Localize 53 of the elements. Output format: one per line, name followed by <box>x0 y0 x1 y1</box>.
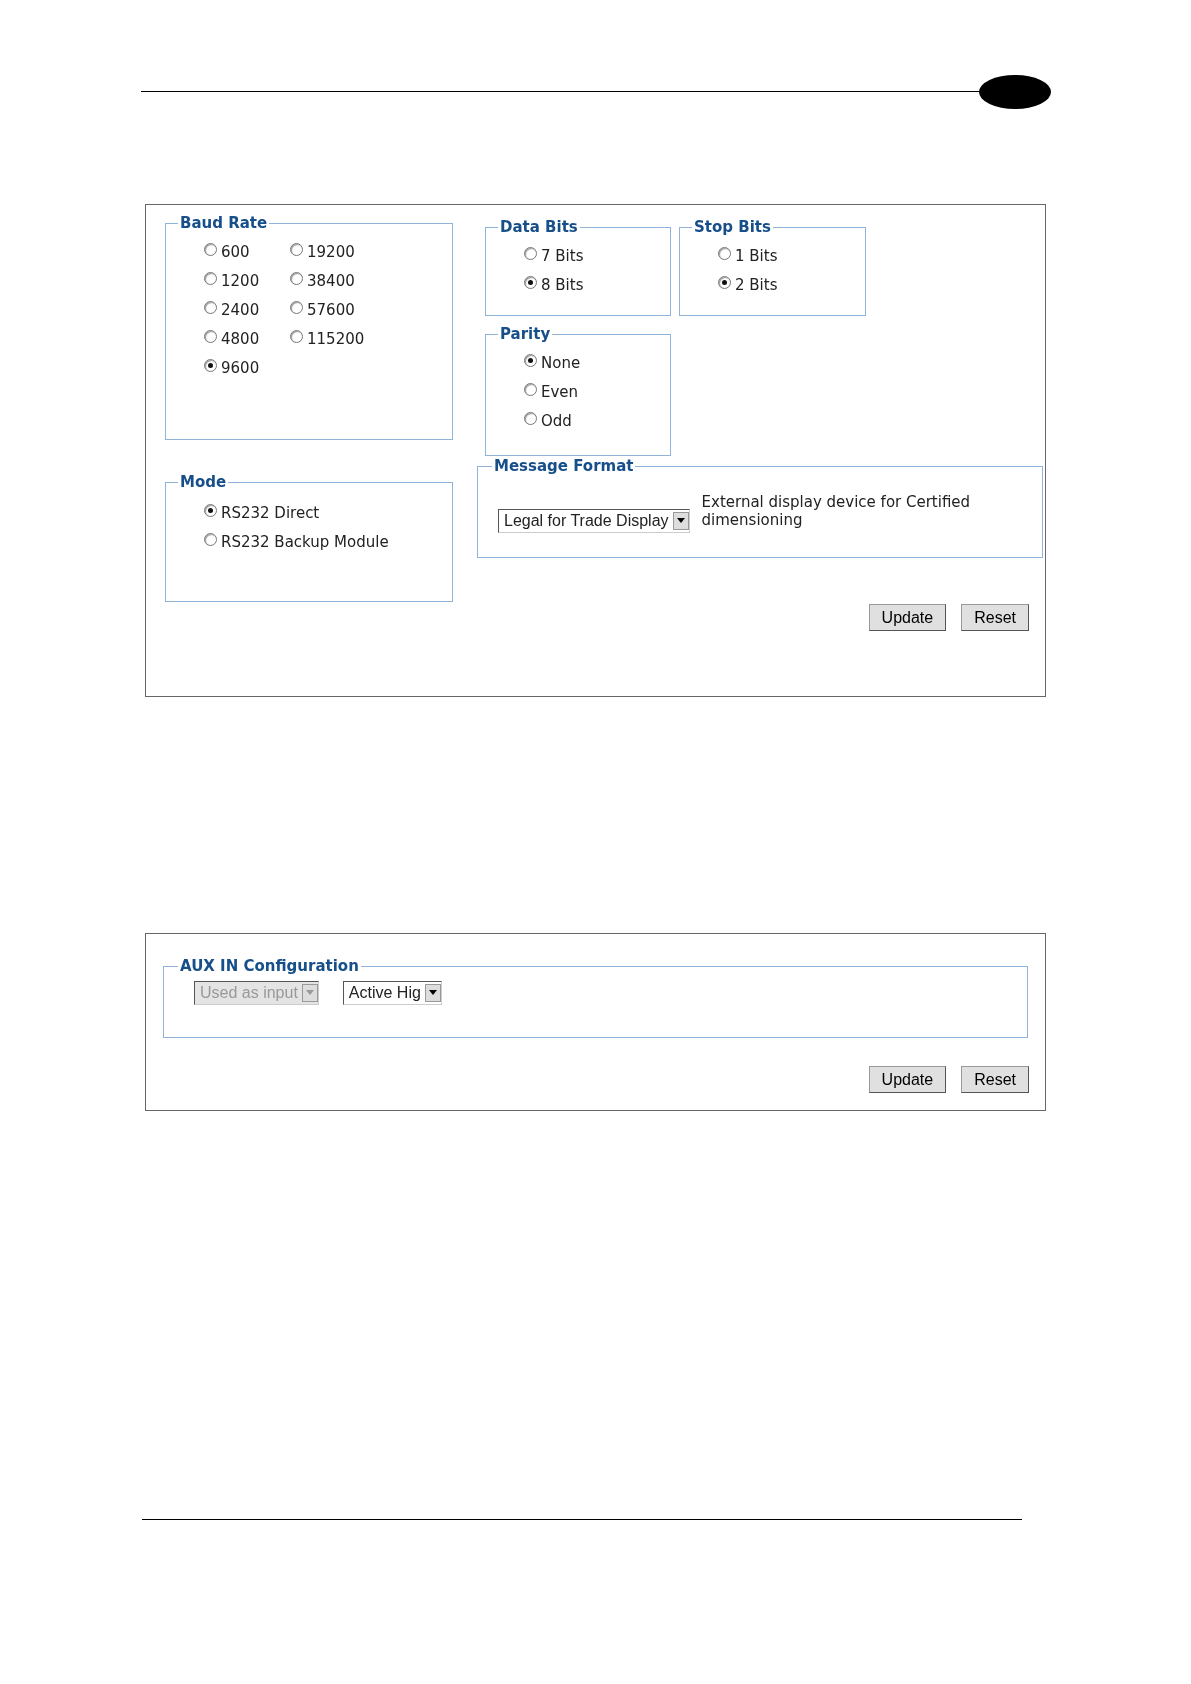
radio-button[interactable] <box>718 275 731 289</box>
radio-label[interactable]: 115200 <box>307 327 365 351</box>
dropdown-select[interactable]: Active Hig <box>342 980 442 1005</box>
group-title: Mode <box>179 474 228 491</box>
radio-button[interactable] <box>290 271 303 285</box>
reset-button[interactable]: Reset <box>961 1066 1029 1093</box>
radio-button[interactable] <box>204 300 217 314</box>
radio-button[interactable] <box>524 353 537 367</box>
radio-label[interactable]: Even <box>541 380 579 404</box>
group-title: Stop Bits <box>693 219 772 236</box>
dropdown-arrow-icon <box>428 990 437 995</box>
radio-button[interactable] <box>290 300 303 314</box>
radio-label[interactable]: 600 <box>221 240 250 264</box>
radio-label[interactable]: Odd <box>541 409 572 433</box>
group-title: Message Format <box>493 458 635 475</box>
radio-label[interactable]: 2400 <box>221 298 260 322</box>
radio-button[interactable] <box>524 246 537 260</box>
radio-button[interactable] <box>204 358 217 372</box>
radio-label[interactable]: 4800 <box>221 327 260 351</box>
update-button[interactable]: Update <box>868 604 947 631</box>
radio-button[interactable] <box>204 532 217 546</box>
radio-button[interactable] <box>290 329 303 343</box>
radio-label[interactable]: 19200 <box>307 240 355 264</box>
radio-button[interactable] <box>204 329 217 343</box>
group-title: Parity <box>499 326 552 343</box>
radio-label[interactable]: 38400 <box>307 269 355 293</box>
radio-button[interactable] <box>718 246 731 260</box>
dropdown-arrow-icon <box>305 990 314 995</box>
update-button[interactable]: Update <box>868 1066 947 1093</box>
format-description: External display device for Certified dimensioning <box>701 492 972 530</box>
radio-label[interactable]: 1 Bits <box>735 244 778 268</box>
radio-button[interactable] <box>204 271 217 285</box>
radio-label[interactable]: RS232 Direct <box>221 501 320 525</box>
dropdown-arrow-icon <box>676 518 685 523</box>
radio-button[interactable] <box>524 275 537 289</box>
radio-label[interactable]: 57600 <box>307 298 355 322</box>
radio-label[interactable]: None <box>541 351 581 375</box>
group-title: Data Bits <box>499 219 579 236</box>
message-format-select[interactable]: Legal for Trade Display <box>498 508 690 533</box>
reset-button[interactable]: Reset <box>961 604 1029 631</box>
radio-button[interactable] <box>524 382 537 396</box>
radio-button[interactable] <box>290 242 303 256</box>
radio-button[interactable] <box>204 503 217 517</box>
radio-label[interactable]: 7 Bits <box>541 244 584 268</box>
group-title: Baud Rate <box>179 215 269 232</box>
group-title: AUX IN Configuration <box>179 958 360 975</box>
radio-label[interactable]: RS232 Backup Module <box>221 530 389 554</box>
radio-label[interactable]: 1200 <box>221 269 260 293</box>
radio-label[interactable]: 9600 <box>221 356 260 380</box>
radio-label[interactable]: 8 Bits <box>541 273 584 297</box>
radio-button[interactable] <box>524 411 537 425</box>
radio-button[interactable] <box>204 242 217 256</box>
radio-label[interactable]: 2 Bits <box>735 273 778 297</box>
